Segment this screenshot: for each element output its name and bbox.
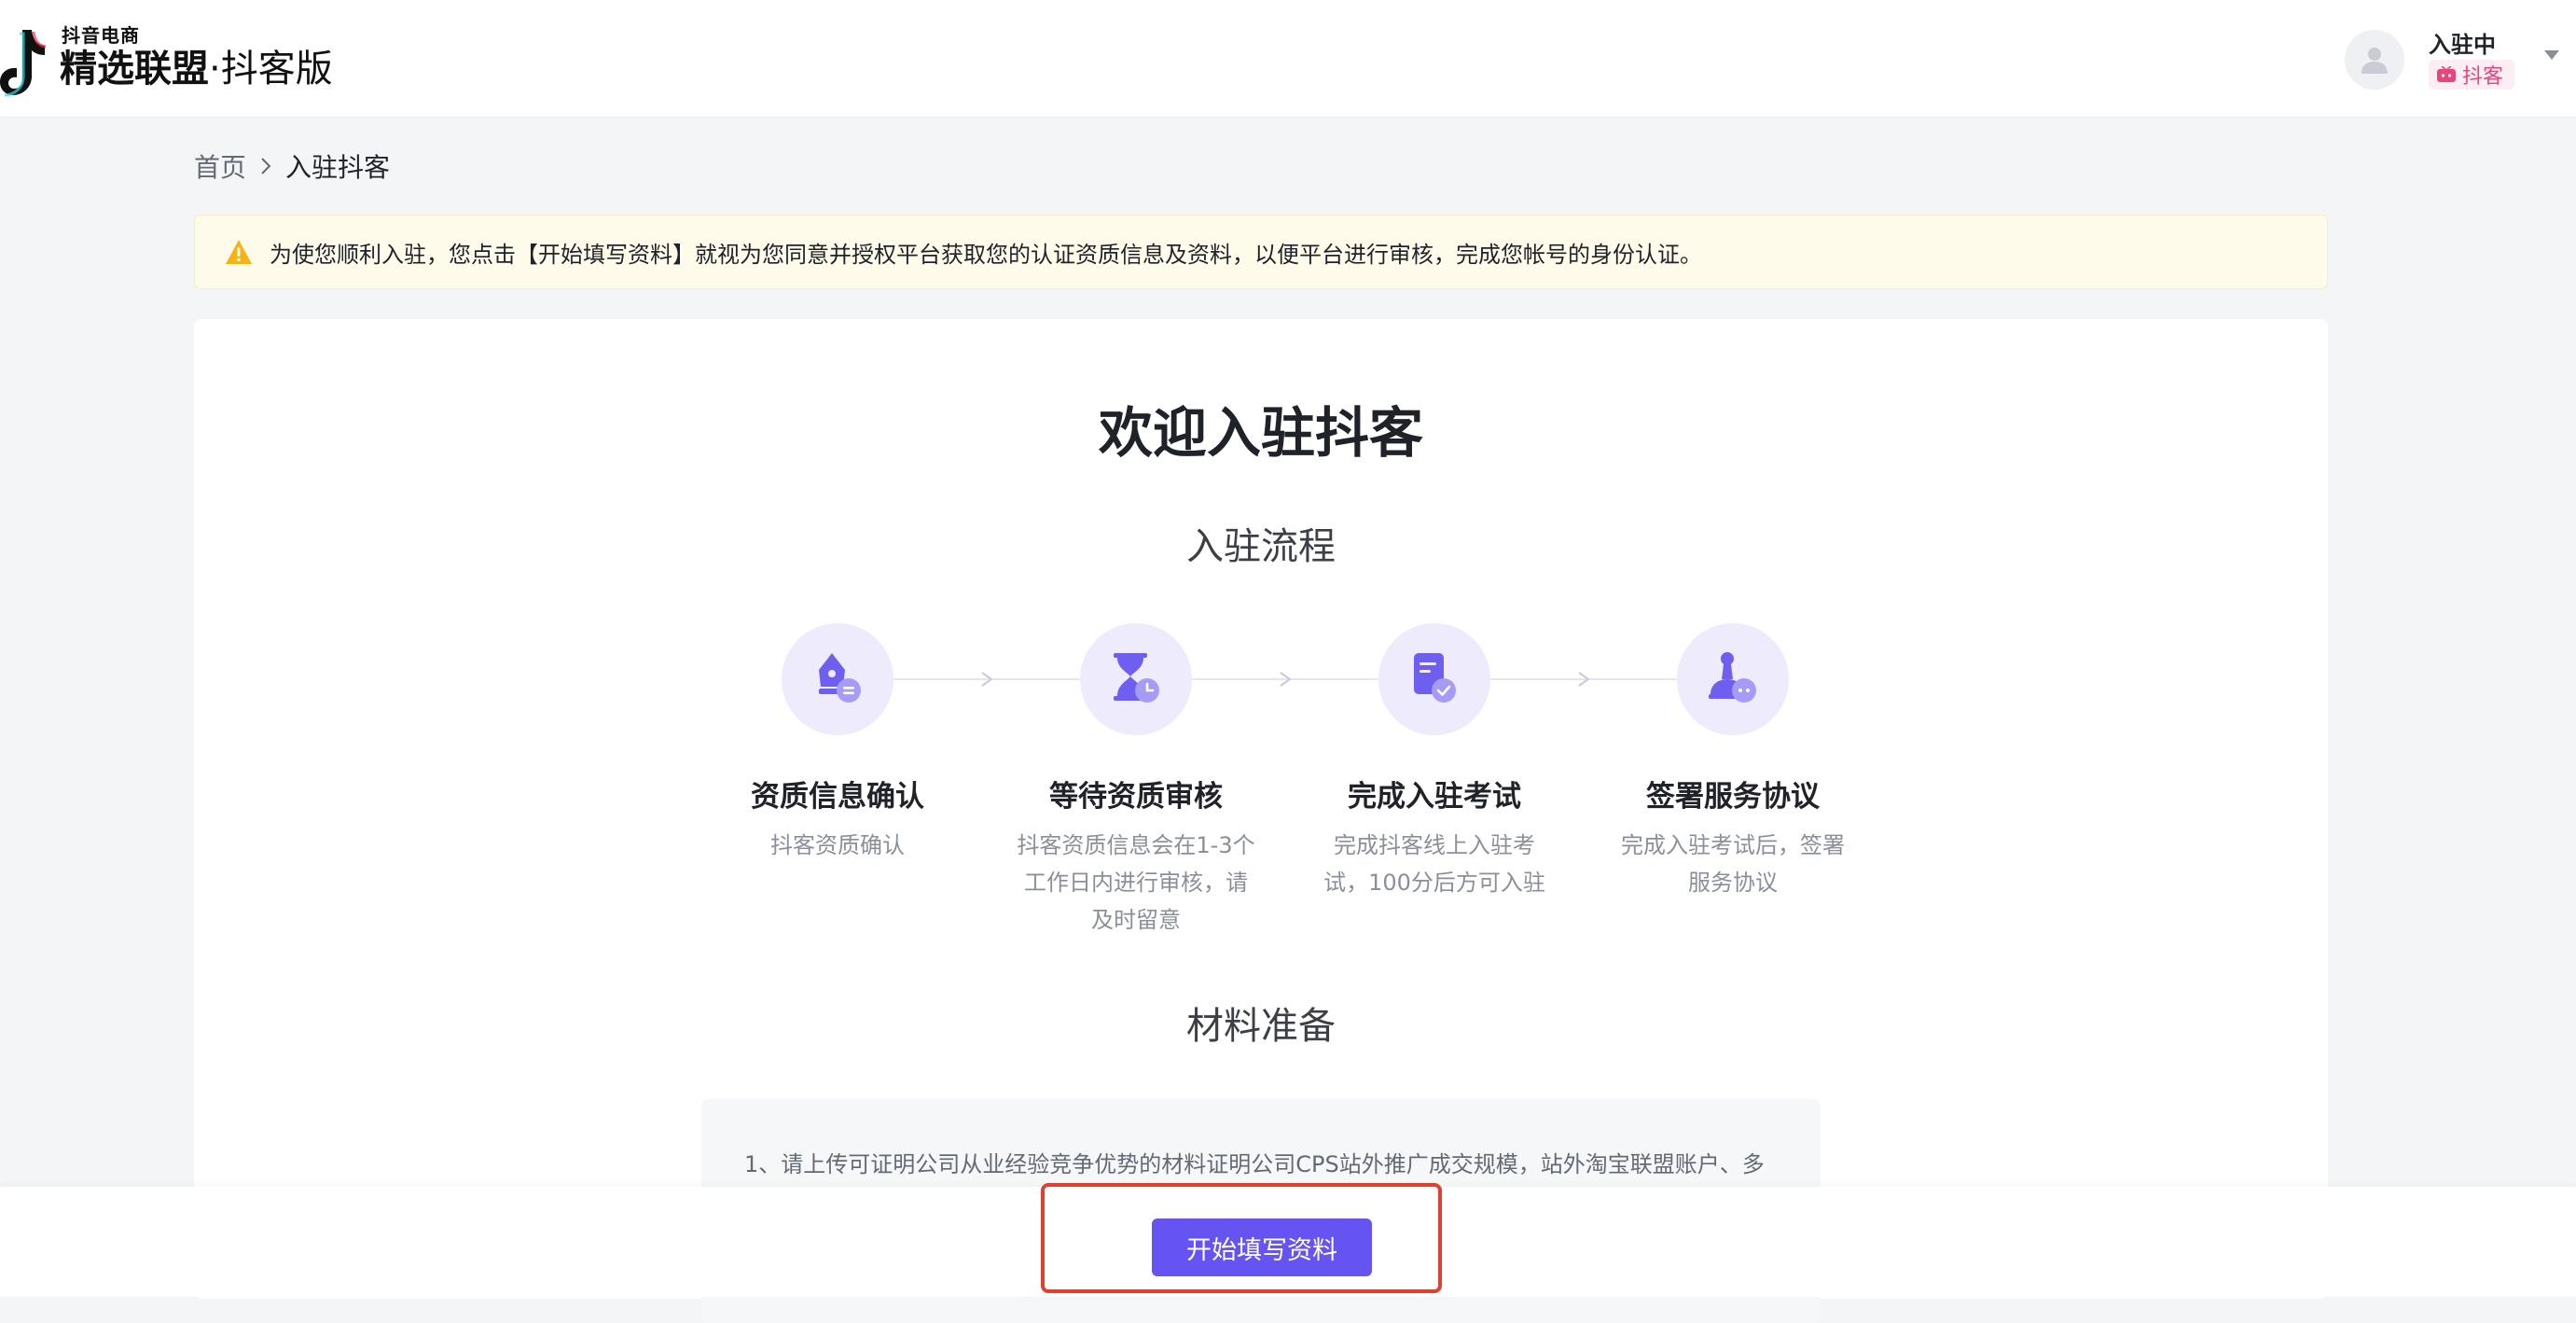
step-description: 抖客资质信息会在1-3个工作日内进行审核，请及时留意 (1017, 832, 1255, 933)
avatar[interactable] (2345, 30, 2404, 90)
step-icon-circle (1080, 623, 1192, 735)
caret-down-icon[interactable] (2542, 49, 2561, 62)
document-check-icon (1414, 653, 1456, 703)
arrow-right-icon (1578, 672, 1590, 687)
logo[interactable]: 抖音电商 精选联盟·抖客版 (0, 11, 373, 104)
douyin-logo-icon (0, 30, 47, 97)
material-requirement-item: 1、请上传可证明公司从业经验竞争优势的材料证明公司CPS站外推广成交规模，站外淘… (744, 1151, 1765, 1177)
user-status: 入驻中 (2429, 32, 2496, 58)
authorization-notice: 为使您顺利入驻，您点击【开始填写资料】就视为您同意并授权平台获取您的认证资质信息… (194, 215, 2328, 289)
step-qualification-confirm: 资质信息确认 抖客资质确认 (716, 623, 959, 959)
onboarding-card: 欢迎入驻抖客 入驻流程 资质信息确认 抖客资质确认 等待资质审核 抖客资质信息会… (194, 319, 2328, 1323)
step-title: 签署服务协议 (1646, 780, 1820, 814)
start-filling-button[interactable]: 开始填写资料 (1152, 1219, 1372, 1276)
notice-text: 为使您顺利入驻，您点击【开始填写资料】就视为您同意并授权平台获取您的认证资质信息… (270, 241, 1702, 268)
tv-icon (2437, 66, 2456, 82)
logo-main-text: 精选联盟·抖客版 (60, 43, 333, 95)
user-menu[interactable]: 入驻中 抖客 (2345, 26, 2569, 91)
user-role-badge: 抖客 (2429, 60, 2515, 90)
step-title: 资质信息确认 (751, 780, 924, 814)
step-complete-exam: 完成入驻考试 完成抖客线上入驻考试，100分后方可入驻 (1313, 623, 1556, 959)
page-title: 欢迎入驻抖客 (1098, 401, 1423, 465)
stamp-icon (1709, 652, 1756, 703)
step-description: 完成入驻考试后，签署服务协议 (1621, 832, 1845, 896)
step-icon-circle (1378, 623, 1490, 735)
hourglass-clock-icon (1114, 653, 1159, 703)
pen-nib-icon (819, 653, 861, 703)
user-avatar-icon (2361, 48, 2388, 74)
top-header: 抖音电商 精选联盟·抖客版 入驻中 抖客 (0, 0, 2576, 118)
step-icon-circle (1677, 623, 1789, 735)
material-section-title: 材料准备 (1186, 1005, 1336, 1048)
step-description: 完成抖客线上入驻考试，100分后方可入驻 (1323, 832, 1545, 896)
arrow-right-icon (981, 672, 993, 687)
warning-icon (226, 240, 252, 264)
breadcrumb: 首页 入驻抖客 (194, 147, 390, 185)
step-title: 完成入驻考试 (1348, 780, 1521, 814)
step-waiting-review: 等待资质审核 抖客资质信息会在1-3个工作日内进行审核，请及时留意 (1015, 623, 1257, 959)
step-sign-agreement: 签署服务协议 完成入驻考试后，签署服务协议 (1612, 623, 1854, 959)
onboarding-steps: 资质信息确认 抖客资质确认 等待资质审核 抖客资质信息会在1-3个工作日内进行审… (716, 623, 1910, 959)
flow-section-title: 入驻流程 (1186, 525, 1336, 568)
logo-subtitle: 抖客版 (220, 48, 333, 91)
step-description: 抖客资质确认 (770, 832, 905, 858)
user-role-label: 抖客 (2462, 65, 2504, 89)
logo-title: 精选联盟 (60, 48, 209, 91)
logo-separator: · (209, 48, 221, 91)
breadcrumb-current: 入驻抖客 (285, 152, 391, 183)
breadcrumb-home-link[interactable]: 首页 (194, 147, 246, 185)
arrow-right-icon (1280, 672, 1292, 687)
step-icon-circle (782, 623, 893, 735)
step-title: 等待资质审核 (1049, 780, 1223, 814)
chevron-right-icon (261, 158, 271, 174)
